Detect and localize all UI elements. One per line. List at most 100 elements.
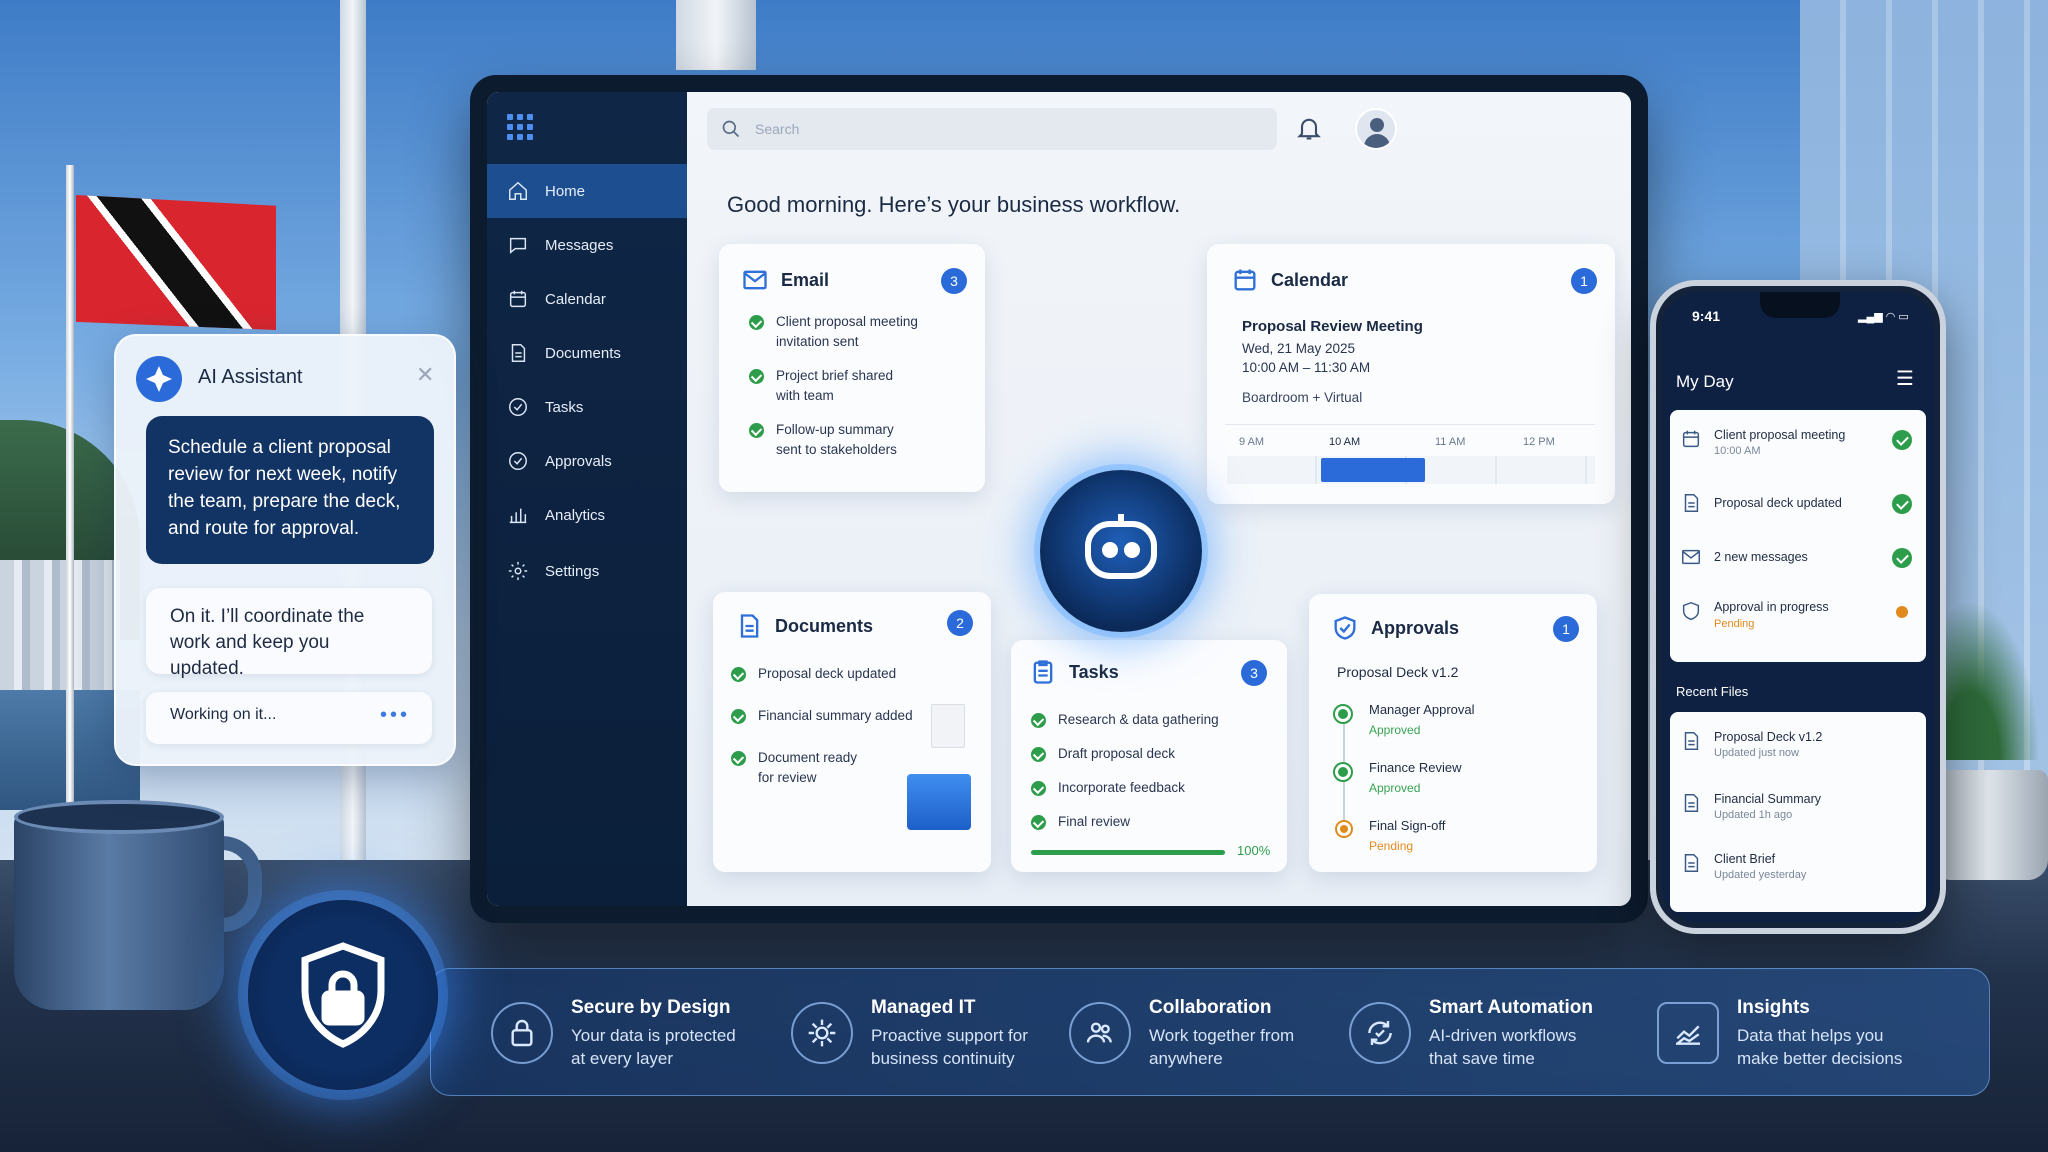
close-icon[interactable]: ✕	[416, 362, 434, 388]
ai-assistant-panel: AI Assistant ✕ Schedule a client proposa…	[114, 334, 456, 766]
check-icon	[1031, 747, 1046, 762]
sidebar-item-tasks[interactable]: Tasks	[487, 380, 687, 434]
feature-desc: Your data is protected	[571, 1025, 736, 1045]
menu-icon[interactable]: ☰	[1896, 366, 1914, 391]
home-icon	[509, 181, 527, 200]
sidebar-item-calendar[interactable]: Calendar	[487, 272, 687, 326]
card-title-text: Calendar	[1271, 269, 1349, 290]
calendar-icon	[509, 290, 527, 308]
clipboard-icon	[1033, 660, 1053, 684]
sidebar-item-label: Home	[545, 182, 586, 200]
phone-time: 9:41	[1692, 308, 1721, 324]
file-item[interactable]: Financial Summary Updated 1h ago	[1670, 792, 1926, 821]
item-text: Proposal deck updated	[758, 666, 897, 681]
calendar-icon	[1234, 269, 1256, 291]
event-block[interactable]	[1321, 458, 1425, 482]
sidebar-item-messages[interactable]: Messages	[487, 218, 687, 272]
sidebar-item-label: Settings	[545, 562, 600, 580]
calendar-card[interactable]: Calendar 1 Proposal Review Meeting Wed, …	[1207, 244, 1615, 504]
sidebar-item-label: Messages	[545, 236, 614, 254]
sidebar-item-home[interactable]: Home	[487, 164, 687, 218]
step-status: Approved	[1369, 781, 1421, 795]
list-item: Final review	[1031, 812, 1130, 832]
search-icon	[722, 120, 740, 138]
mail-icon	[1682, 549, 1700, 565]
sidebar-item-approvals[interactable]: Approvals	[487, 434, 687, 488]
calendar-count-badge: 1	[1571, 268, 1597, 294]
file-updated: Updated 1h ago	[1714, 809, 1793, 821]
step-name: Finance Review	[1369, 760, 1462, 775]
sidebar-item-documents[interactable]: Documents	[487, 326, 687, 380]
day-item[interactable]: 2 new messages	[1670, 546, 1926, 568]
progress-label: 100%	[1237, 843, 1271, 858]
day-item[interactable]: Client proposal meeting 10:00 AM	[1670, 428, 1926, 457]
assistant-reply-bubble: On it. I’ll coordinate the work and keep…	[146, 588, 432, 679]
search-input[interactable]: Search	[707, 108, 1277, 150]
window-frame	[676, 0, 756, 70]
file-name: Client Brief	[1714, 852, 1776, 866]
card-title-text: Documents	[775, 615, 874, 636]
sidebar-item-label: Approvals	[545, 452, 612, 470]
bell-icon[interactable]	[1295, 114, 1323, 142]
check-icon	[1031, 713, 1046, 728]
pending-step-icon	[1335, 820, 1353, 838]
documents-card-title: Documents	[735, 612, 873, 640]
item-text: with team	[776, 388, 834, 403]
tasks-card-title: Tasks	[1029, 658, 1119, 686]
file-item[interactable]: Proposal Deck v1.2 Updated just now	[1670, 730, 1926, 759]
day-item-sub: Pending	[1714, 618, 1755, 630]
day-item[interactable]: Approval in progress Pending	[1670, 600, 1926, 630]
divider	[1225, 424, 1595, 425]
item-text: Document ready	[758, 750, 858, 765]
feature-title: Insights	[1737, 996, 1810, 1018]
approvals-count-badge: 1	[1553, 616, 1579, 642]
feature-desc: business continuity	[871, 1048, 1015, 1068]
file-name: Proposal Deck v1.2	[1714, 730, 1823, 744]
event-location: Boardroom + Virtual	[1242, 390, 1363, 405]
sidebar-item-label: Analytics	[545, 506, 606, 524]
app-grid-icon[interactable]	[507, 114, 533, 140]
gear-icon	[508, 561, 528, 581]
sidebar-item-analytics[interactable]: Analytics	[487, 488, 687, 542]
feature-desc: make better decisions	[1737, 1048, 1903, 1068]
item-text: Financial summary added	[758, 708, 913, 723]
file-item[interactable]: Client Brief Updated yesterday	[1670, 852, 1926, 881]
check-icon	[731, 751, 746, 766]
feature-secure: Secure by Design Your data is protected at…	[491, 969, 761, 1097]
event-date: Wed, 21 May 2025	[1242, 341, 1356, 356]
approval-subject: Proposal Deck v1.2	[1337, 664, 1459, 680]
shield-check-icon	[1334, 616, 1356, 640]
phone-screen: 9:41 ▂▄▆ ◠ ▭ My Day ☰ Client proposal me…	[1662, 292, 1934, 922]
item-text: invitation sent	[776, 334, 859, 349]
day-item-label: Proposal deck updated	[1714, 496, 1842, 510]
background-city	[0, 560, 120, 700]
item-text: Client proposal meeting	[776, 314, 918, 329]
check-badge-icon	[509, 452, 527, 470]
file-updated: Updated yesterday	[1714, 869, 1807, 881]
email-card[interactable]: Email 3 Client proposal meeting invitatio…	[719, 244, 985, 492]
check-icon	[749, 369, 764, 384]
feature-title: Collaboration	[1149, 996, 1272, 1018]
email-count-badge: 3	[941, 268, 967, 294]
file-page-icon	[931, 704, 965, 748]
item-text: Incorporate feedback	[1058, 780, 1185, 795]
calendar-card-title: Calendar	[1231, 266, 1348, 294]
document-icon	[511, 344, 526, 362]
chat-icon	[509, 237, 527, 254]
check-icon	[1031, 815, 1046, 830]
card-title-text: Email	[781, 269, 830, 290]
item-text: Draft proposal deck	[1058, 746, 1176, 761]
calendar-icon	[1682, 430, 1700, 448]
document-icon	[1684, 854, 1699, 872]
day-item[interactable]: Proposal deck updated	[1670, 492, 1926, 514]
mug-top	[14, 800, 224, 834]
tasks-card[interactable]: Tasks 3 Research & data gathering Draft …	[1011, 640, 1287, 872]
sidebar-item-settings[interactable]: Settings	[487, 544, 687, 598]
approvals-card[interactable]: Approvals 1 Proposal Deck v1.2 Manager A…	[1309, 594, 1597, 872]
assistant-status-text: Working on it...	[170, 706, 277, 723]
documents-card[interactable]: Documents 2 Proposal deck updated Financ…	[713, 592, 991, 872]
ai-hub[interactable]	[1040, 470, 1202, 632]
check-icon	[731, 709, 746, 724]
avatar[interactable]	[1355, 108, 1397, 150]
check-icon	[749, 423, 764, 438]
